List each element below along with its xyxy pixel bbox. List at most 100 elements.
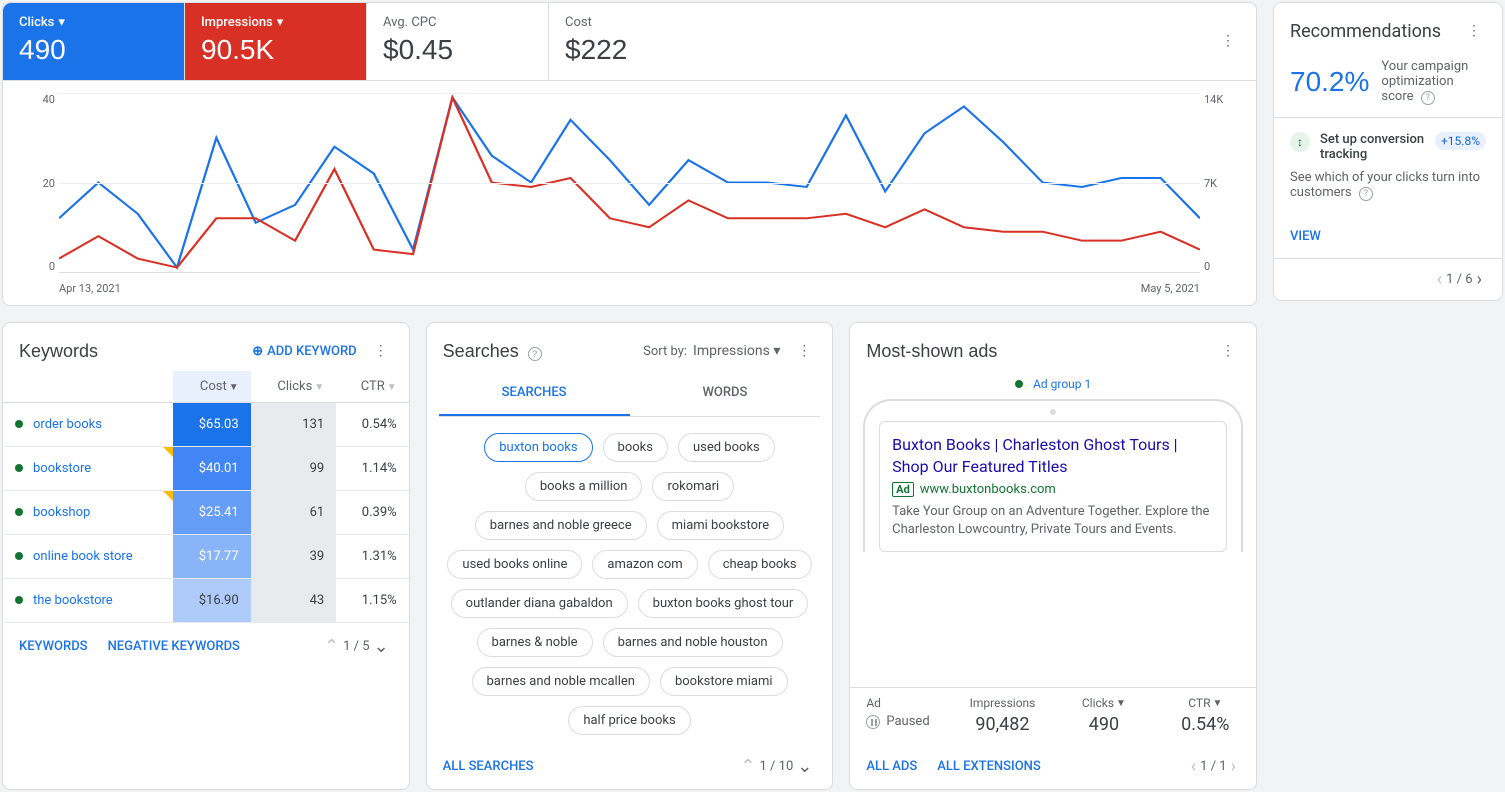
column-cost[interactable]: Cost▼ (173, 371, 250, 403)
pager: ⌃ 1 / 5 ⌄ (320, 636, 393, 657)
metric-cost[interactable]: Cost $222 (549, 3, 731, 80)
search-chip[interactable]: bookstore miami (660, 667, 788, 696)
table-row[interactable]: bookshop$25.41610.39% (3, 491, 409, 535)
search-chip[interactable]: barnes and noble houston (603, 628, 783, 657)
keywords-link[interactable]: KEYWORDS (19, 639, 88, 654)
ad-group-label[interactable]: Ad group 1 (1015, 377, 1091, 391)
search-chip[interactable]: used books online (447, 550, 582, 579)
clicks-cell: 43 (251, 579, 337, 623)
card-footer: KEYWORDS NEGATIVE KEYWORDS ⌃ 1 / 5 ⌄ (3, 623, 409, 669)
tab-words[interactable]: WORDS (630, 371, 821, 416)
card-title: Searches ? (443, 341, 644, 362)
status-dot-icon (15, 464, 23, 472)
swap-vert-icon: ↕ (1290, 132, 1310, 152)
all-searches-link[interactable]: ALL SEARCHES (443, 759, 534, 774)
metric-value: $0.45 (383, 32, 532, 68)
ad-description: Take Your Group on an Adventure Together… (892, 503, 1214, 539)
table-row[interactable]: order books$65.031310.54% (3, 403, 409, 447)
card-footer: ALL SEARCHES ⌃ 1 / 10 ⌄ (427, 743, 833, 789)
search-chip[interactable]: buxton books (484, 433, 592, 462)
search-chip[interactable]: outlander diana gabaldon (451, 589, 628, 618)
keyword-name[interactable]: bookshop (3, 491, 173, 535)
y-axis-right: 14K 7K 0 (1204, 93, 1240, 273)
search-chip[interactable]: barnes and noble mcallen (472, 667, 650, 696)
search-chip[interactable]: buxton books ghost tour (638, 589, 809, 618)
metric-label: Avg. CPC (383, 15, 532, 30)
metric-label: Clicks (19, 15, 54, 30)
chevron-left-icon[interactable]: ‹ (1433, 269, 1446, 290)
card-title: Most-shown ads (866, 341, 1216, 362)
ad-title[interactable]: Buxton Books | Charleston Ghost Tours | … (892, 434, 1214, 478)
add-keyword-button[interactable]: ⊕ ADD KEYWORD (252, 344, 356, 359)
search-chip[interactable]: miami bookstore (657, 511, 785, 540)
table-row[interactable]: the bookstore$16.90431.15% (3, 579, 409, 623)
metric-impressions[interactable]: Impressions▾ 90.5K (185, 3, 367, 80)
search-chip[interactable]: rokomari (652, 472, 734, 501)
overview-card: Clicks▾ 490 Impressions▾ 90.5K Avg. CPC … (2, 2, 1257, 306)
tab-searches[interactable]: SEARCHES (439, 371, 630, 416)
chevron-down-icon: ▼ (314, 382, 324, 393)
ad-url-row: Ad www.buxtonbooks.com (892, 482, 1214, 497)
keyword-name[interactable]: online book store (3, 535, 173, 579)
help-icon[interactable]: ? (1421, 91, 1435, 105)
sort-label: Sort by: (643, 344, 687, 359)
ad-stat-clicks[interactable]: Clicks▼ 490 (1053, 688, 1154, 743)
ad-card: Buxton Books | Charleston Ghost Tours | … (879, 421, 1227, 552)
cost-cell: $40.01 (173, 447, 250, 491)
help-icon[interactable]: ? (1359, 187, 1373, 201)
table-row[interactable]: online book store$17.77391.31% (3, 535, 409, 579)
search-chip-list: buxton books books used books books a milli… (427, 417, 833, 743)
search-chip[interactable]: books (603, 433, 668, 462)
keyword-name[interactable]: bookstore (3, 447, 173, 491)
chevron-up-icon[interactable]: ⌃ (320, 636, 343, 657)
kebab-menu-icon[interactable]: ⋮ (1216, 339, 1240, 363)
clicks-cell: 99 (251, 447, 337, 491)
column-clicks[interactable]: Clicks▼ (251, 371, 337, 403)
x-axis: Apr 13, 2021 May 5, 2021 (59, 282, 1200, 295)
chevron-down-icon: ▼ (1212, 698, 1222, 709)
search-chip[interactable]: used books (678, 433, 775, 462)
ad-badge: Ad (892, 482, 914, 497)
view-button[interactable]: VIEW (1274, 215, 1502, 258)
chevron-left-icon[interactable]: ‹ (1187, 756, 1200, 777)
chevron-down-icon: ▼ (229, 382, 239, 393)
kebab-menu-icon[interactable]: ⋮ (1216, 29, 1240, 53)
clicks-cell: 39 (251, 535, 337, 579)
sort-select[interactable]: Impressions ▾ (693, 343, 780, 359)
column-ctr[interactable]: CTR▼ (336, 371, 408, 403)
recommendation-item: ↕ Set up conversion tracking +15.8% See … (1274, 117, 1502, 215)
chevron-right-icon[interactable]: › (1473, 269, 1486, 290)
metric-clicks[interactable]: Clicks▾ 490 (3, 3, 185, 80)
paused-icon (866, 715, 880, 729)
table-row[interactable]: bookstore$40.01991.14% (3, 447, 409, 491)
search-chip[interactable]: cheap books (708, 550, 812, 579)
kebab-menu-icon[interactable]: ⋮ (792, 339, 816, 363)
metric-cpc[interactable]: Avg. CPC $0.45 (367, 3, 549, 80)
chevron-down-icon: ▾ (277, 15, 284, 30)
all-ads-link[interactable]: ALL ADS (866, 759, 917, 774)
clicks-cell: 131 (251, 403, 337, 447)
status-dot-icon (15, 596, 23, 604)
keyword-name[interactable]: order books (3, 403, 173, 447)
chevron-down-icon[interactable]: ⌄ (793, 756, 816, 777)
chevron-up-icon[interactable]: ⌃ (736, 756, 759, 777)
ctr-cell: 1.14% (336, 447, 408, 491)
search-chip[interactable]: barnes & noble (477, 628, 593, 657)
kebab-menu-icon[interactable]: ⋮ (369, 339, 393, 363)
cost-cell: $17.77 (173, 535, 250, 579)
keyword-name[interactable]: the bookstore (3, 579, 173, 623)
metric-value: $222 (565, 32, 715, 68)
ad-stats-row: Ad Paused Impressions 90,482 Clicks▼ 490… (850, 687, 1256, 743)
chevron-down-icon: ▼ (1116, 698, 1126, 709)
chevron-right-icon[interactable]: › (1227, 756, 1240, 777)
negative-keywords-link[interactable]: NEGATIVE KEYWORDS (108, 639, 240, 654)
kebab-menu-icon[interactable]: ⋮ (1462, 19, 1486, 43)
card-title: Recommendations (1290, 21, 1462, 42)
search-chip[interactable]: barnes and noble greece (475, 511, 647, 540)
search-chip[interactable]: books a million (525, 472, 643, 501)
ad-stat-ctr[interactable]: CTR▼ 0.54% (1155, 688, 1256, 743)
all-extensions-link[interactable]: ALL EXTENSIONS (937, 759, 1041, 774)
search-chip[interactable]: amazon com (592, 550, 697, 579)
help-icon[interactable]: ? (528, 347, 542, 361)
chevron-down-icon[interactable]: ⌄ (370, 636, 393, 657)
